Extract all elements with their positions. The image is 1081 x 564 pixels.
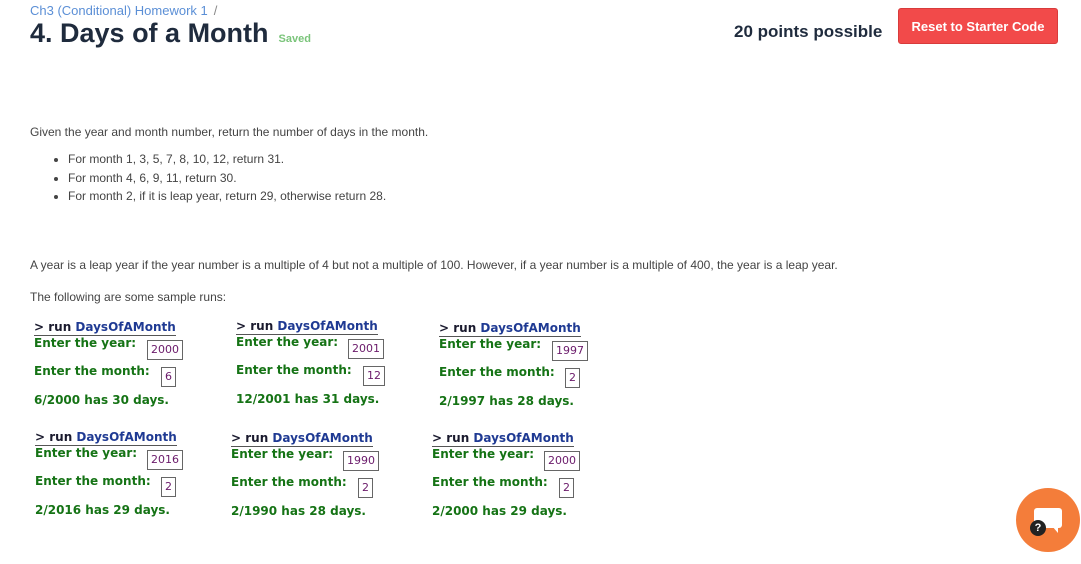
run-command: > run DaysOfAMonth — [34, 320, 176, 336]
leap-year-rule: A year is a leap year if the year number… — [30, 258, 838, 272]
year-prompt: Enter the year: — [34, 336, 137, 350]
year-prompt: Enter the year: — [432, 447, 535, 461]
samples-intro: The following are some sample runs: — [30, 290, 227, 304]
run-command: > run DaysOfAMonth — [432, 431, 574, 447]
run-result: 2/2000 has 29 days. — [432, 504, 567, 518]
sample-run: > run DaysOfAMonth Enter the year: 2000 … — [34, 320, 214, 410]
page-title: 4. Days of a Month — [30, 18, 269, 48]
run-result: 6/2000 has 30 days. — [34, 393, 169, 407]
run-result: 2/1997 has 28 days. — [439, 394, 574, 408]
problem-description: Given the year and month number, return … — [30, 125, 429, 139]
run-command: > run DaysOfAMonth — [231, 431, 373, 447]
run-command: > run DaysOfAMonth — [35, 430, 177, 446]
month-input-value: 2 — [565, 368, 580, 388]
month-prompt: Enter the month: — [439, 365, 555, 379]
month-prompt: Enter the month: — [35, 474, 151, 488]
chat-bubble-tail — [1052, 526, 1058, 533]
year-prompt: Enter the year: — [439, 337, 542, 351]
sample-run: > run DaysOfAMonth Enter the year: 1997 … — [439, 321, 619, 411]
month-input-value: 12 — [363, 366, 385, 386]
month-input-value: 2 — [161, 477, 176, 497]
year-input-value: 1997 — [552, 341, 588, 361]
year-prompt: Enter the year: — [35, 446, 138, 460]
month-input-value: 6 — [161, 367, 176, 387]
rule-item: For month 1, 3, 5, 7, 8, 10, 12, return … — [68, 150, 386, 169]
reset-to-starter-code-button[interactable]: Reset to Starter Code — [898, 8, 1058, 44]
year-input-value: 2016 — [147, 450, 183, 470]
breadcrumb-link[interactable]: Ch3 (Conditional) Homework 1 — [30, 3, 208, 18]
rules-list: For month 1, 3, 5, 7, 8, 10, 12, return … — [50, 150, 386, 206]
run-result: 12/2001 has 31 days. — [236, 392, 380, 406]
month-input-value: 2 — [358, 478, 373, 498]
month-prompt: Enter the month: — [432, 475, 548, 489]
run-result: 2/2016 has 29 days. — [35, 503, 170, 517]
sample-run: > run DaysOfAMonth Enter the year: 1990 … — [231, 431, 411, 521]
year-prompt: Enter the year: — [236, 335, 339, 349]
breadcrumb: Ch3 (Conditional) Homework 1 / — [30, 3, 217, 18]
year-input-value: 2000 — [544, 451, 580, 471]
year-input-value: 2000 — [147, 340, 183, 360]
month-input-value: 2 — [559, 478, 574, 498]
run-command: > run DaysOfAMonth — [439, 321, 581, 337]
run-result: 2/1990 has 28 days. — [231, 504, 366, 518]
chat-help-button[interactable]: ? — [1016, 488, 1080, 552]
points-possible: 20 points possible — [734, 22, 883, 41]
year-input-value: 1990 — [343, 451, 379, 471]
sample-run: > run DaysOfAMonth Enter the year: 2001 … — [236, 319, 416, 409]
saved-status: Saved — [278, 33, 311, 45]
breadcrumb-separator: / — [213, 3, 218, 18]
sample-run: > run DaysOfAMonth Enter the year: 2016 … — [35, 430, 215, 520]
rule-item: For month 4, 6, 9, 11, return 30. — [68, 169, 386, 188]
title-row: 4. Days of a Month Saved — [30, 18, 311, 49]
sample-run: > run DaysOfAMonth Enter the year: 2000 … — [432, 431, 612, 521]
month-prompt: Enter the month: — [236, 363, 352, 377]
help-question-icon: ? — [1030, 520, 1046, 536]
month-prompt: Enter the month: — [34, 364, 150, 378]
rule-item: For month 2, if it is leap year, return … — [68, 187, 386, 206]
year-input-value: 2001 — [348, 339, 384, 359]
year-prompt: Enter the year: — [231, 447, 334, 461]
month-prompt: Enter the month: — [231, 475, 347, 489]
run-command: > run DaysOfAMonth — [236, 319, 378, 335]
